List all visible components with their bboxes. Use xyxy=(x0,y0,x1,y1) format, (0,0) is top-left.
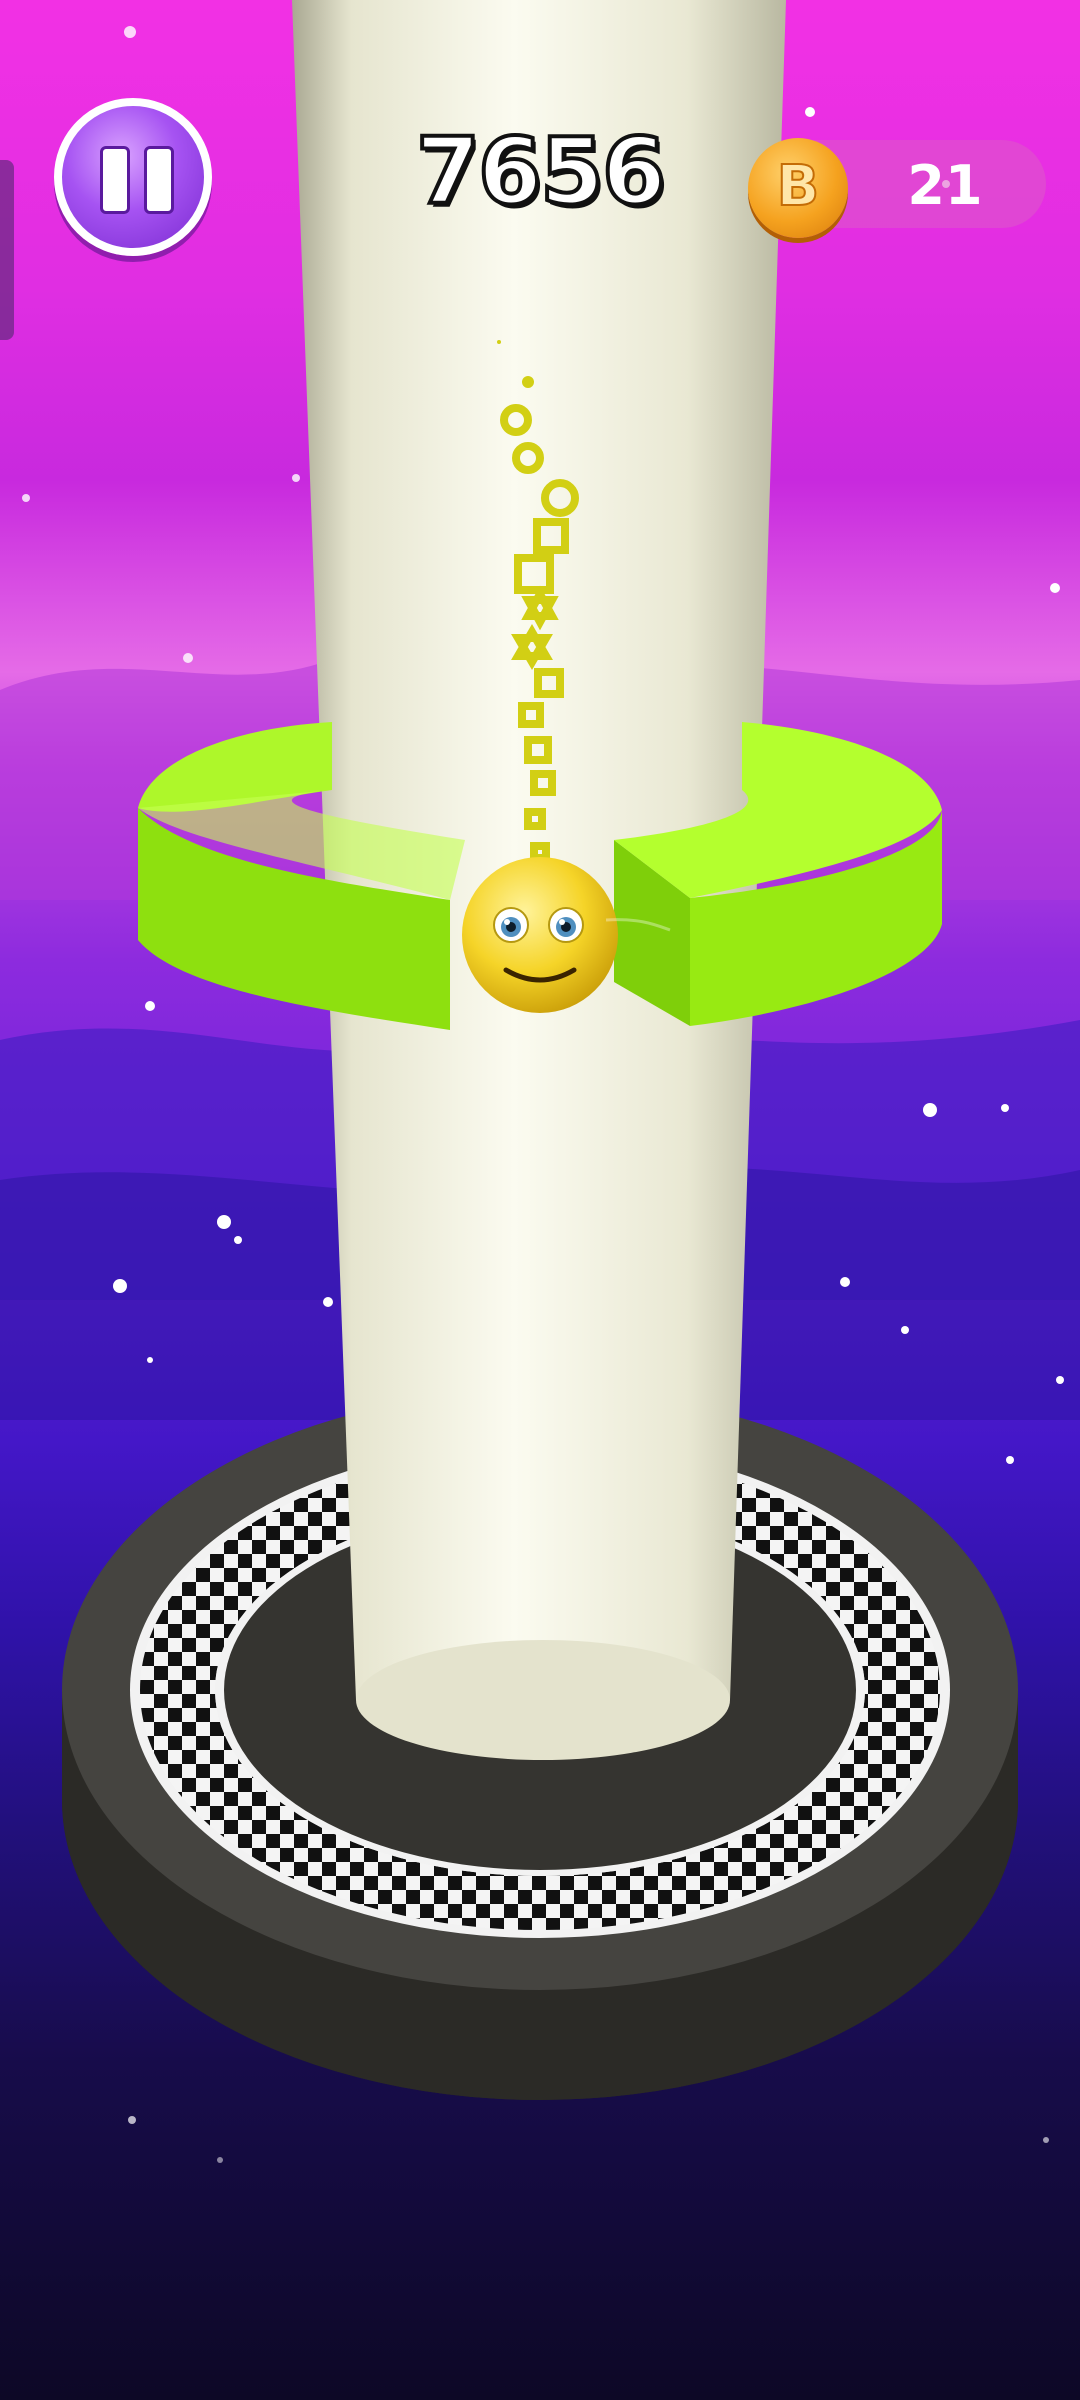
pause-icon-bar xyxy=(144,146,174,214)
coin-letter: B xyxy=(776,153,821,220)
pause-button[interactable] xyxy=(54,98,212,256)
coin-count: 21 xyxy=(907,154,983,217)
pause-icon xyxy=(100,146,130,214)
coin-icon: B xyxy=(748,138,848,238)
hud: 7656 B 21 xyxy=(0,0,1080,260)
score: 7656 xyxy=(414,116,668,227)
game-scene[interactable] xyxy=(0,0,1080,2400)
